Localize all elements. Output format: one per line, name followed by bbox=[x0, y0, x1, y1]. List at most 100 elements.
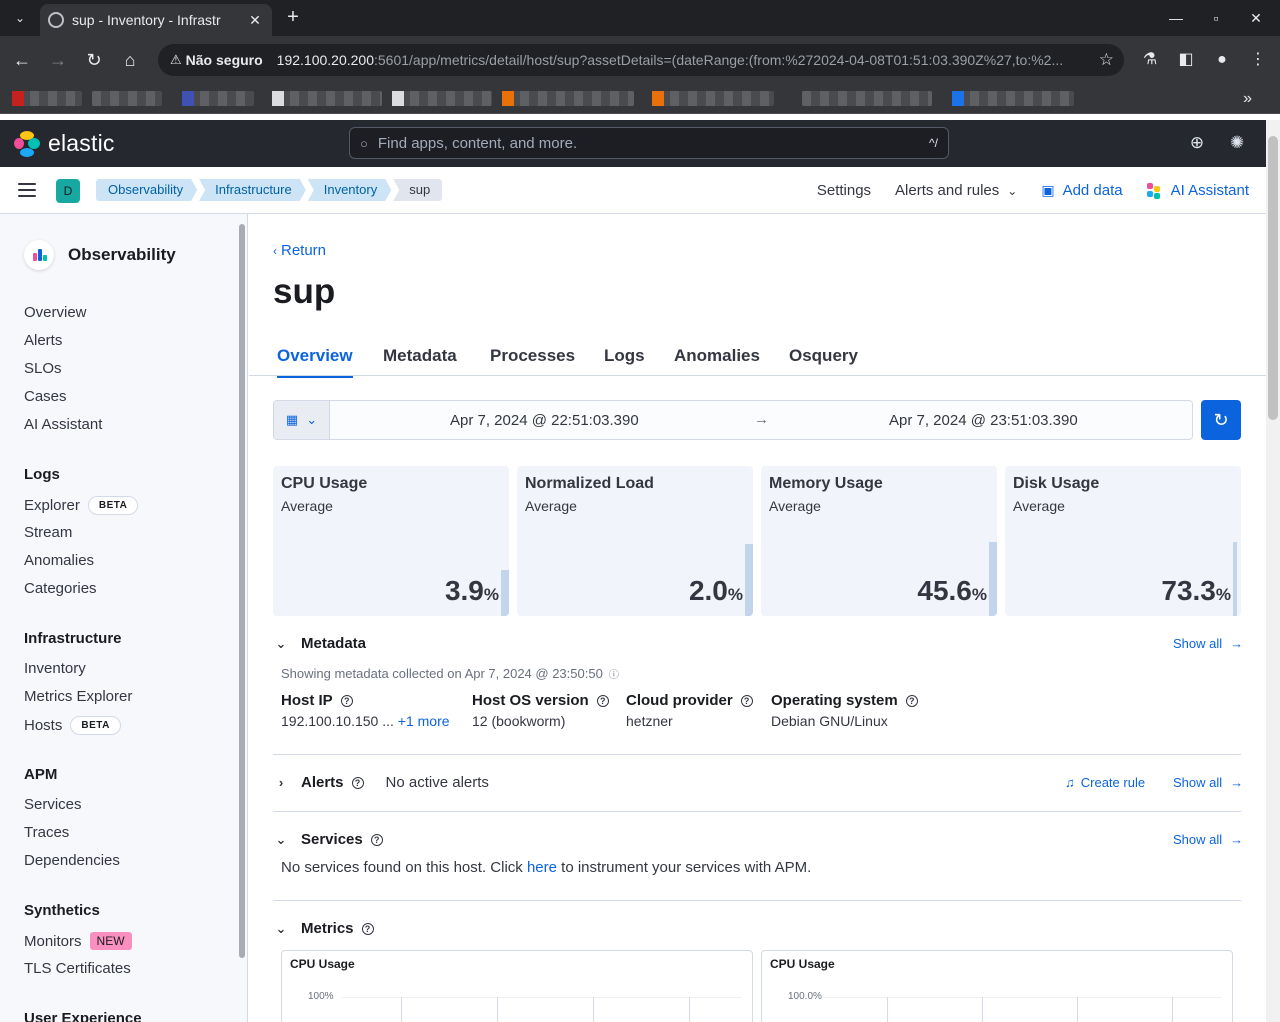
sidenav-item-monitors[interactable]: Monitors NEW bbox=[24, 932, 132, 950]
breadcrumb-observability[interactable]: Observability bbox=[96, 179, 197, 201]
settings-link[interactable]: Settings bbox=[817, 182, 871, 199]
section-divider bbox=[273, 900, 1241, 901]
question-icon[interactable]: ? bbox=[340, 694, 353, 707]
chart-gridline bbox=[497, 997, 498, 1022]
create-rule-link[interactable]: ♫ Create rule bbox=[1065, 775, 1145, 790]
bookmarks-overflow-icon[interactable]: » bbox=[1243, 90, 1252, 108]
elastic-logo[interactable]: elastic bbox=[14, 130, 115, 157]
new-tab-plus-icon[interactable]: + bbox=[282, 6, 304, 28]
sidenav-item-services[interactable]: Services bbox=[24, 796, 82, 813]
question-icon[interactable]: ? bbox=[905, 694, 918, 707]
metadata-show-all-link[interactable]: Show all → bbox=[1173, 636, 1243, 651]
sidenav-item-slos[interactable]: SLOs bbox=[24, 360, 62, 377]
sidenav-item-dependencies[interactable]: Dependencies bbox=[24, 852, 120, 869]
chart-y-tick: 100.0% bbox=[788, 991, 822, 1002]
add-data-link[interactable]: ▣ Add data bbox=[1041, 182, 1122, 199]
browser-tab[interactable]: sup - Inventory - Infrastr ✕ bbox=[40, 4, 272, 36]
tab-anomalies[interactable]: Anomalies bbox=[674, 346, 760, 366]
bookmark-item[interactable] bbox=[92, 91, 162, 106]
instrument-here-link[interactable]: here bbox=[527, 859, 557, 876]
question-icon[interactable]: ? bbox=[596, 694, 609, 707]
sidenav-item-alerts[interactable]: Alerts bbox=[24, 332, 62, 349]
reload-icon[interactable]: ↻ bbox=[82, 48, 106, 72]
metrics-section-toggle[interactable]: ⌄ Metrics ? bbox=[273, 920, 374, 937]
bookmark-item[interactable] bbox=[392, 91, 492, 106]
sidenav-group-apm: APM bbox=[24, 766, 58, 783]
ai-assistant-button[interactable]: AI Assistant bbox=[1146, 182, 1249, 199]
breadcrumb-inventory[interactable]: Inventory bbox=[308, 179, 391, 201]
window-close-icon[interactable]: ✕ bbox=[1244, 6, 1268, 30]
newsfeed-icon[interactable]: ✺ bbox=[1226, 132, 1248, 154]
sidenav-item-explorer[interactable]: Explorer BETA bbox=[24, 496, 139, 515]
bookmark-item[interactable] bbox=[802, 91, 932, 106]
sidenav-item-hosts[interactable]: Hosts BETA bbox=[24, 716, 121, 735]
sidenav-item-cases[interactable]: Cases bbox=[24, 388, 67, 405]
sidenav-item-label: Monitors bbox=[24, 932, 82, 950]
bookmark-item[interactable] bbox=[12, 91, 82, 106]
tab-logs[interactable]: Logs bbox=[604, 346, 645, 366]
sidenav-item-anomalies[interactable]: Anomalies bbox=[24, 552, 94, 569]
close-tab-icon[interactable]: ✕ bbox=[246, 12, 264, 29]
sidenav-item-metrics-explorer[interactable]: Metrics Explorer bbox=[24, 688, 132, 705]
services-show-all-link[interactable]: Show all → bbox=[1173, 832, 1243, 847]
question-icon[interactable]: ? bbox=[370, 833, 383, 846]
global-search-input[interactable]: ○ Find apps, content, and more. ^/ bbox=[349, 127, 949, 159]
bookmark-item[interactable] bbox=[272, 91, 382, 106]
space-avatar[interactable]: D bbox=[56, 179, 80, 203]
end-date[interactable]: Apr 7, 2024 @ 23:51:03.390 bbox=[889, 412, 1078, 429]
browser-tab-strip: ⌄ sup - Inventory - Infrastr ✕ + — ▫ ✕ bbox=[0, 0, 1280, 36]
side-nav-title[interactable]: Observability bbox=[24, 240, 176, 270]
more-ips-link[interactable]: +1 more bbox=[398, 713, 450, 729]
alerts-show-all-link[interactable]: Show all → bbox=[1173, 775, 1243, 790]
chevron-down-icon: ⌄ bbox=[306, 412, 318, 427]
alerts-section-toggle[interactable]: › Alerts ? No active alerts bbox=[273, 774, 489, 791]
sidenav-scrollbar[interactable] bbox=[239, 224, 245, 958]
start-date[interactable]: Apr 7, 2024 @ 22:51:03.390 bbox=[450, 412, 639, 429]
maximize-icon[interactable]: ▫ bbox=[1204, 6, 1228, 30]
tab-metadata[interactable]: Metadata bbox=[383, 346, 457, 366]
question-icon[interactable]: ? bbox=[740, 694, 753, 707]
address-bar[interactable]: ⚠ Não seguro 192.100.20.200 :5601/app/me… bbox=[158, 44, 1124, 76]
quick-menu-button[interactable]: ▦ ⌄ bbox=[274, 401, 330, 439]
services-section-toggle[interactable]: ⌄ Services ? bbox=[273, 831, 383, 848]
menu-hamburger-icon[interactable] bbox=[18, 183, 36, 197]
sidenav-item-inventory[interactable]: Inventory bbox=[24, 660, 86, 677]
back-arrow-icon[interactable]: ← bbox=[10, 48, 34, 72]
forward-arrow-icon[interactable]: → bbox=[46, 48, 70, 72]
page-scrollbar-thumb[interactable] bbox=[1268, 136, 1278, 420]
metadata-section-toggle[interactable]: ⌄ Metadata bbox=[273, 635, 366, 652]
chevron-down-icon: ⌄ bbox=[275, 920, 287, 936]
bookmark-star-icon[interactable]: ☆ bbox=[1099, 50, 1114, 70]
bookmark-item[interactable] bbox=[952, 91, 1074, 106]
chart-title: CPU Usage bbox=[770, 957, 835, 971]
tab-osquery[interactable]: Osquery bbox=[789, 346, 858, 366]
bookmark-item[interactable] bbox=[182, 91, 254, 106]
side-panel-icon[interactable]: ◧ bbox=[1174, 48, 1198, 72]
bookmark-item[interactable] bbox=[652, 91, 774, 106]
tab-processes[interactable]: Processes bbox=[490, 346, 575, 366]
home-icon[interactable]: ⌂ bbox=[118, 48, 142, 72]
alerts-and-rules-menu[interactable]: Alerts and rules ⌄ bbox=[895, 182, 1017, 199]
chart-gridline bbox=[593, 997, 594, 1022]
minimize-icon[interactable]: — bbox=[1164, 6, 1188, 30]
refresh-button[interactable]: ↻ bbox=[1201, 400, 1241, 440]
sidenav-item-stream[interactable]: Stream bbox=[24, 524, 72, 541]
profile-icon[interactable]: ● bbox=[1210, 48, 1234, 72]
sidenav-item-tls-certificates[interactable]: TLS Certificates bbox=[24, 960, 131, 977]
tab-overview[interactable]: Overview bbox=[277, 346, 353, 378]
sidenav-item-categories[interactable]: Categories bbox=[24, 580, 97, 597]
breadcrumb-infrastructure[interactable]: Infrastructure bbox=[199, 179, 306, 201]
help-lifebuoy-icon[interactable]: ⊕ bbox=[1186, 132, 1208, 154]
alerts-title: Alerts bbox=[301, 774, 344, 791]
bookmark-item[interactable] bbox=[502, 91, 634, 106]
kebab-menu-icon[interactable]: ⋮ bbox=[1246, 48, 1270, 72]
question-icon[interactable]: ? bbox=[351, 776, 364, 789]
labs-flask-icon[interactable]: ⚗ bbox=[1138, 48, 1162, 72]
return-label: Return bbox=[281, 242, 327, 259]
tab-search-chevron-icon[interactable]: ⌄ bbox=[8, 6, 32, 30]
sidenav-item-traces[interactable]: Traces bbox=[24, 824, 69, 841]
sidenav-item-overview[interactable]: Overview bbox=[24, 304, 87, 321]
question-icon[interactable]: ? bbox=[361, 922, 374, 935]
return-link[interactable]: ‹ Return bbox=[273, 242, 326, 259]
sidenav-item-ai-assistant[interactable]: AI Assistant bbox=[24, 416, 102, 433]
